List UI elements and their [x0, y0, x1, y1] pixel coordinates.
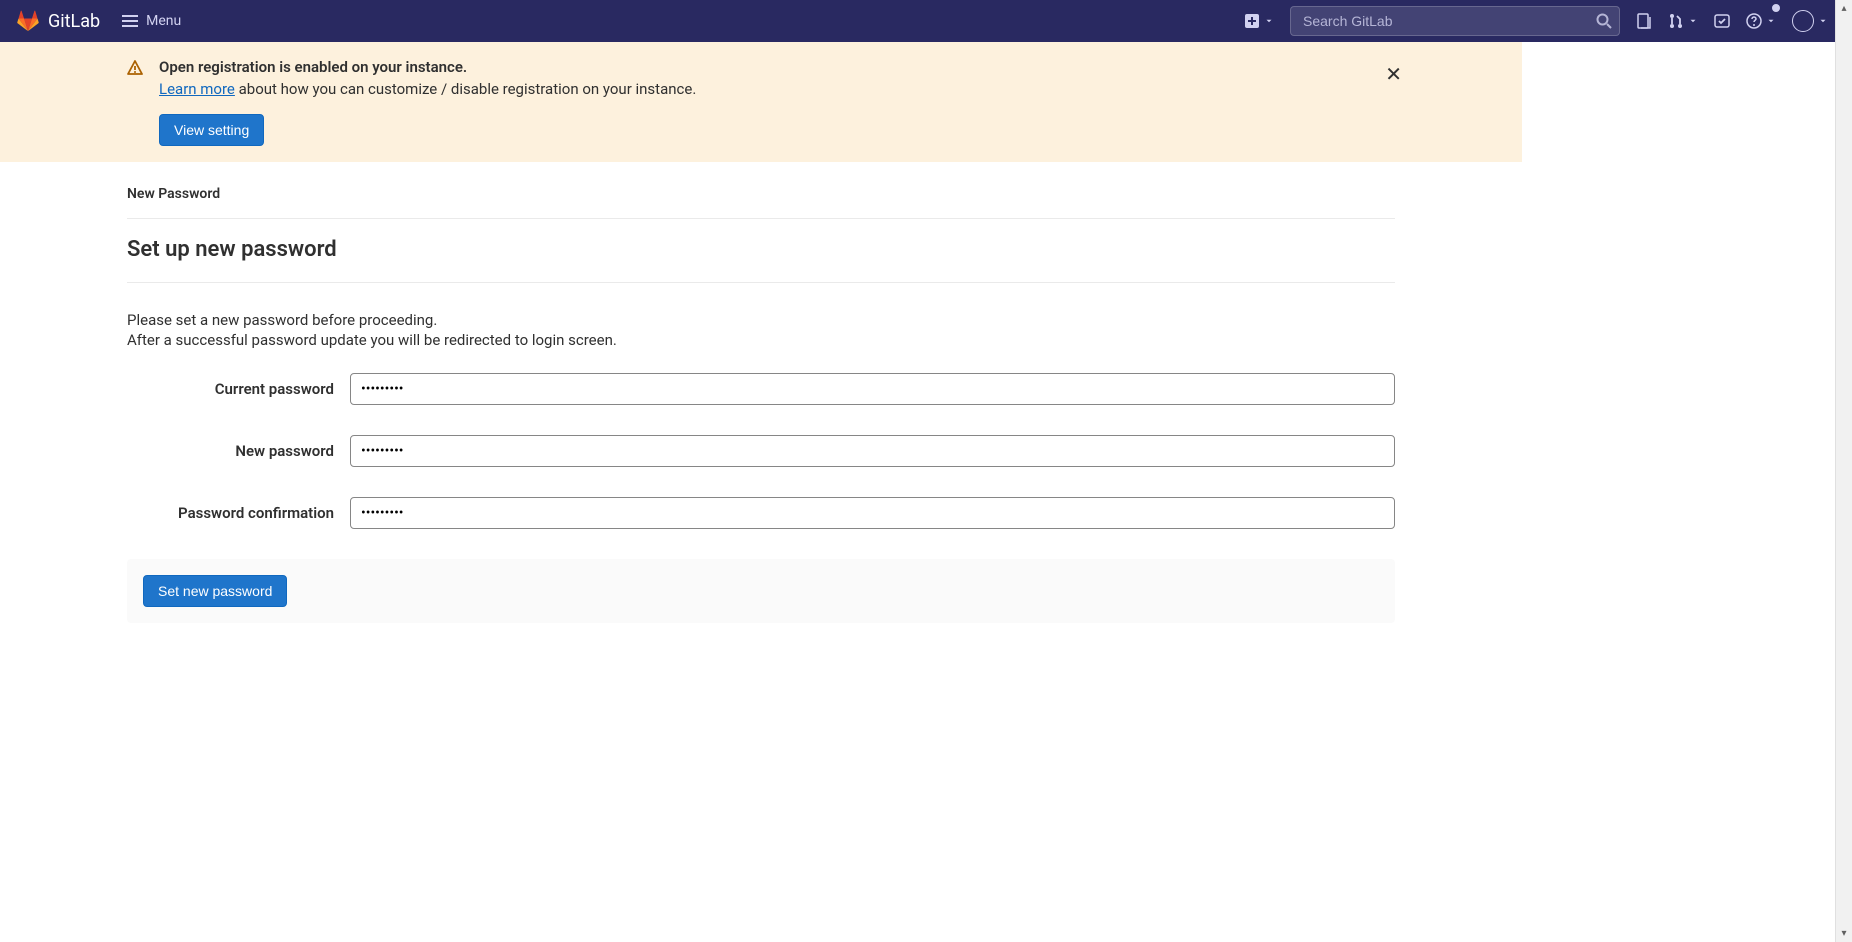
- menu-button[interactable]: Menu: [122, 13, 181, 29]
- brand-name: GitLab: [48, 11, 100, 32]
- chevron-down-icon: [1264, 16, 1274, 26]
- issues-icon: [1636, 13, 1652, 29]
- breadcrumb: New Password: [127, 178, 1395, 219]
- warning-icon: [127, 60, 143, 146]
- new-password-row: New password: [127, 435, 1395, 467]
- scroll-down-arrow-icon[interactable]: ▾: [1836, 925, 1852, 942]
- question-circle-icon: [1746, 13, 1762, 29]
- alert-text-rest: about how you can customize / disable re…: [235, 80, 696, 98]
- new-password-field[interactable]: [350, 435, 1395, 467]
- create-new-dropdown[interactable]: [1236, 0, 1282, 42]
- view-setting-button[interactable]: View setting: [159, 114, 264, 146]
- merge-requests-dropdown[interactable]: [1660, 0, 1706, 42]
- vertical-scrollbar[interactable]: ▴ ▾: [1835, 0, 1852, 942]
- hamburger-icon: [122, 13, 138, 29]
- form-footer: Set new password: [127, 559, 1395, 623]
- user-menu-dropdown[interactable]: [1784, 0, 1836, 42]
- page-container: New Password Set up new password Please …: [111, 162, 1411, 663]
- topbar: GitLab Menu: [0, 0, 1852, 42]
- todos-link[interactable]: [1706, 0, 1738, 42]
- new-password-label: New password: [127, 442, 350, 460]
- issues-link[interactable]: [1628, 0, 1660, 42]
- alert-text: Learn more about how you can customize /…: [159, 80, 1395, 98]
- current-password-row: Current password: [127, 373, 1395, 405]
- current-password-label: Current password: [127, 380, 350, 398]
- todo-icon: [1714, 13, 1730, 29]
- search-wrap: [1290, 6, 1620, 36]
- chevron-down-icon: [1818, 16, 1828, 26]
- page-title: Set up new password: [127, 219, 1395, 283]
- user-avatar-icon: [1792, 10, 1814, 32]
- alert-close-button[interactable]: ✕: [1377, 58, 1410, 91]
- confirm-password-row: Password confirmation: [127, 497, 1395, 529]
- close-icon: ✕: [1385, 64, 1402, 86]
- current-password-field[interactable]: [350, 373, 1395, 405]
- learn-more-link[interactable]: Learn more: [159, 80, 235, 98]
- search-input[interactable]: [1290, 6, 1620, 36]
- alert-title: Open registration is enabled on your ins…: [159, 58, 1395, 76]
- registration-alert: ✕ Open registration is enabled on your i…: [0, 42, 1522, 162]
- gitlab-logo-icon: [16, 10, 40, 32]
- chevron-down-icon: [1688, 16, 1698, 26]
- brand-link[interactable]: GitLab: [16, 10, 100, 32]
- menu-label: Menu: [146, 13, 181, 29]
- set-new-password-button[interactable]: Set new password: [143, 575, 287, 607]
- intro-line-2: After a successful password update you w…: [127, 331, 1395, 349]
- merge-request-icon: [1668, 13, 1684, 29]
- search-icon: [1596, 13, 1612, 29]
- scroll-up-arrow-icon[interactable]: ▴: [1836, 0, 1852, 17]
- plus-square-icon: [1244, 13, 1260, 29]
- help-dropdown[interactable]: [1738, 0, 1784, 42]
- confirm-password-label: Password confirmation: [127, 504, 350, 522]
- confirm-password-field[interactable]: [350, 497, 1395, 529]
- intro-line-1: Please set a new password before proceed…: [127, 311, 1395, 329]
- chevron-down-icon: [1766, 16, 1776, 26]
